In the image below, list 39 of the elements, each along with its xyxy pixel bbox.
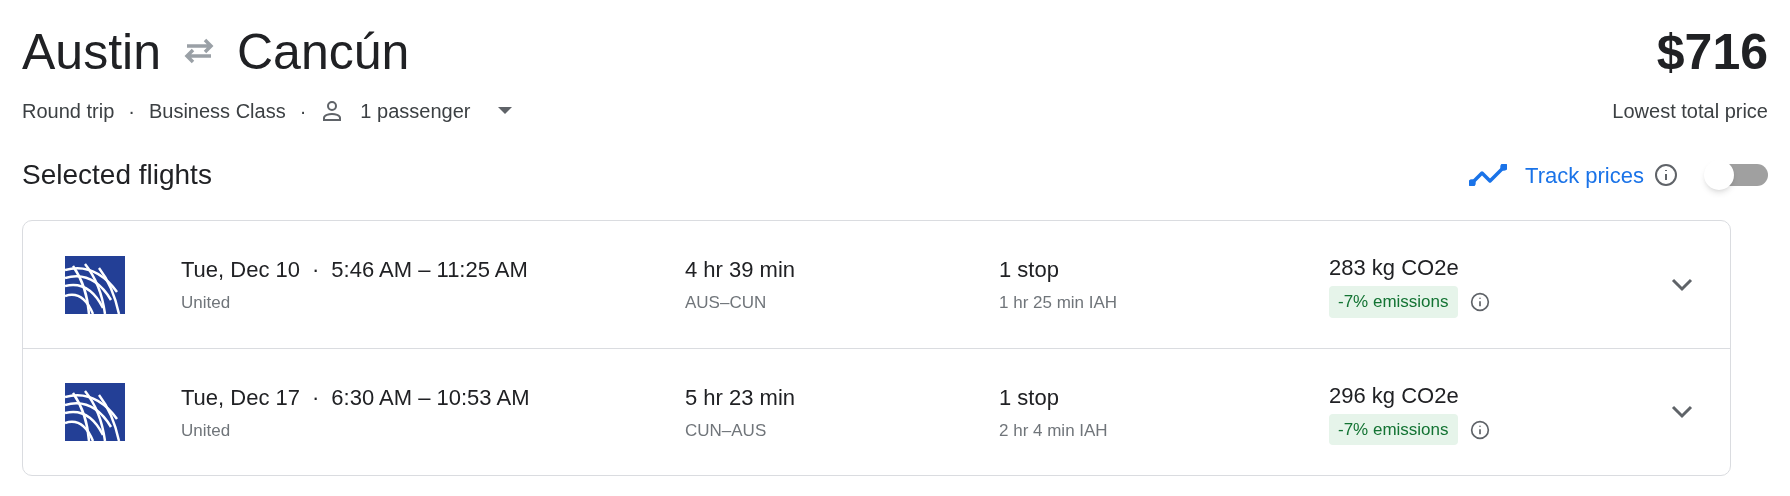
layover-info: 1 hr 25 min IAH: [999, 292, 1119, 315]
emissions-amount: 296 kg CO2e: [1329, 381, 1459, 410]
info-icon[interactable]: [1654, 163, 1678, 187]
emissions-badge: -7% emissions: [1329, 413, 1458, 446]
separator-dot: ·: [312, 256, 320, 285]
info-icon[interactable]: [1469, 292, 1490, 312]
airline-name: United: [181, 419, 232, 442]
section-title: Selected flights: [22, 158, 212, 192]
layover-info: 2 hr 4 min IAH: [999, 419, 1109, 442]
emissions-badge: -7% emissions: [1329, 286, 1458, 318]
flight-duration: 4 hr 39 min: [685, 256, 797, 285]
separator-dot: ·: [128, 99, 135, 124]
stop-count: 1 stop: [999, 383, 1060, 412]
chevron-down-icon: [1671, 277, 1693, 292]
origin-city: Austin: [22, 27, 161, 77]
route-codes: CUN–AUS: [685, 419, 768, 442]
flight-times: 5:46 AM – 11:25 AM: [331, 256, 528, 285]
passenger-selector[interactable]: 1 passenger: [320, 96, 513, 126]
info-icon[interactable]: [1469, 419, 1490, 440]
stop-count: 1 stop: [999, 256, 1060, 285]
flight-date: Tue, Dec 10: [181, 256, 301, 285]
trend-line-icon: [1469, 164, 1507, 186]
flight-times: 6:30 AM – 10:53 AM: [331, 383, 530, 412]
trip-type: Round trip: [22, 99, 115, 124]
emissions-amount: 283 kg CO2e: [1329, 254, 1459, 283]
separator-dot: ·: [312, 383, 320, 412]
separator-dot: ·: [299, 99, 307, 124]
destination-city: Cancún: [236, 27, 410, 77]
route-codes: AUS–CUN: [685, 292, 768, 315]
airline-name: United: [181, 292, 232, 315]
price-label: Lowest total price: [1612, 99, 1768, 124]
price-amount: $716: [1656, 23, 1768, 82]
chevron-down-icon: [1671, 405, 1693, 419]
flight-date: Tue, Dec 17: [181, 383, 301, 412]
track-prices-toggle[interactable]: [1704, 160, 1768, 190]
cabin-class: Business Class: [148, 99, 286, 124]
flight-duration: 5 hr 23 min: [685, 383, 797, 412]
track-prices-button[interactable]: Track prices: [1469, 158, 1644, 192]
dropdown-caret-icon: [498, 107, 513, 115]
